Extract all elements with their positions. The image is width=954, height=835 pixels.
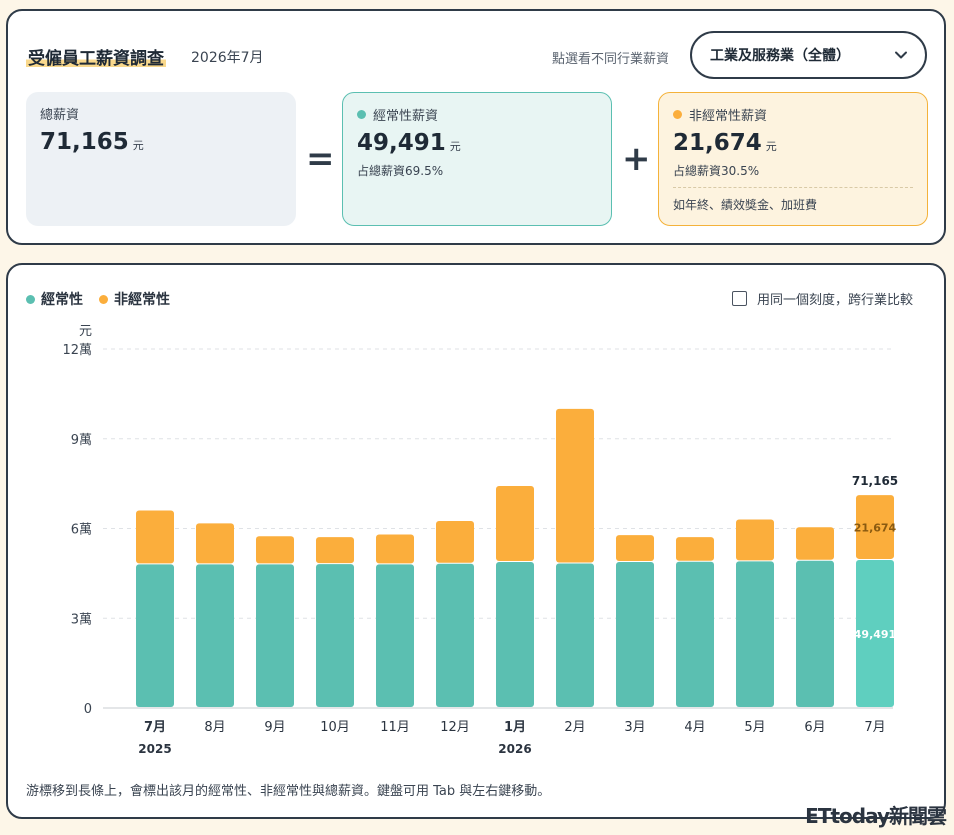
nonregular-wage-unit: 元 [765,140,777,153]
chart-bars [136,408,894,707]
y-tick-label: 12萬 [62,343,92,358]
data-label-nonregular: 21,674 [854,522,897,535]
plus-sign: + [622,139,651,179]
regular-wage-label: 經常性薪資 [373,109,439,124]
x-tick-label: 3月 [624,720,645,735]
checkbox-box[interactable] [732,291,747,306]
x-year-label: 2025 [138,742,171,756]
x-year-label: 2026 [498,742,531,756]
bar-nonregular [196,523,234,564]
chart-legend: 經常性 非經常性 [26,289,170,309]
regular-wage-card: 經常性薪資 49,491 元 占總薪資69.5% [342,92,612,226]
nonregular-wage-card: 非經常性薪資 21,674 元 占總薪資30.5% 如年終、績效獎金、加班費 [658,92,928,226]
total-wage-unit: 元 [132,139,144,152]
legend-nonregular-dot-icon [99,294,108,304]
bar-regular [256,564,294,707]
y-tick-label: 0 [84,702,92,717]
page-subtitle: 2026年7月 [191,50,264,66]
card-divider [673,187,913,188]
bar-regular [136,564,174,707]
bar-regular [676,561,714,707]
legend-regular-dot-icon [26,294,35,304]
x-tick-label: 7月 [144,720,166,735]
wage-bar-chart: 元 0 3萬 6萬 9萬 12萬 7月 8月 9月 10月 11月 12月 1月 2月 3月 4月 5月 6月 7月… [62,324,898,756]
total-wage-card: 總薪資 71,165 元 [26,92,296,226]
industry-select-value: 工業及服務業（全體） [710,48,850,64]
legend-regular-label: 經常性 [41,292,83,308]
regular-dot-icon [357,110,366,119]
total-wage-label: 總薪資 [40,108,80,123]
chart-panel: 元 0 3萬 6萬 9萬 12萬 7月 8月 9月 10月 11月 12月 1月 2月 3月 4月 5月 6月 7月… [6,263,946,819]
bar-nonregular [556,408,594,563]
nonregular-wage-share: 占總薪資30.5% [673,164,760,178]
bar-nonregular [316,537,354,564]
regular-wage-value: 49,491 [357,130,446,156]
x-tick-label: 2月 [564,720,585,735]
bar-nonregular [736,519,774,561]
nonregular-wage-label: 非經常性薪資 [689,109,768,124]
bar-nonregular [136,510,174,564]
regular-wage-share: 占總薪資69.5% [357,164,444,178]
total-wage-value: 71,165 [40,129,129,155]
x-tick-label: 4月 [684,720,705,735]
page-title: 受僱員工薪資調查 [26,44,166,69]
summary-panel: 受僱員工薪資調查 2026年7月 點選看不同行業薪資 工業及服務業（全體） 總薪… [6,9,946,245]
bar-nonregular [256,536,294,564]
bar-regular [796,560,834,707]
nonregular-wage-value: 21,674 [673,130,762,156]
industry-hint: 點選看不同行業薪資 [552,52,670,67]
bar-nonregular [796,527,834,560]
data-label-regular: 49,491 [854,628,896,641]
bar-regular [376,564,414,707]
bar-regular [196,564,234,707]
y-axis-unit: 元 [79,324,92,339]
legend-item-nonregular: 非經常性 [99,289,170,309]
same-scale-checkbox[interactable]: 用同一個刻度，跨行業比較 [732,289,913,308]
x-tick-label: 5月 [744,720,765,735]
x-tick-label: 9月 [264,720,285,735]
equals-sign: = [306,139,335,179]
x-tick-label: 12月 [440,720,470,735]
watermark-logo: ETtoday新聞雲 [805,804,947,828]
bar-regular [436,563,474,707]
bar-regular [316,564,354,707]
bar-regular [496,562,534,707]
x-tick-label: 8月 [204,720,225,735]
x-tick-label: 1月 [504,720,526,735]
nonregular-wage-note: 如年終、績效獎金、加班費 [673,198,818,212]
bar-nonregular [616,535,654,562]
x-tick-label: 6月 [804,720,825,735]
same-scale-label: 用同一個刻度，跨行業比較 [757,293,914,308]
bar-nonregular [496,486,534,562]
y-tick-label: 6萬 [71,523,92,538]
x-tick-label: 10月 [320,720,350,735]
x-tick-label: 11月 [380,720,410,735]
bar-regular [736,561,774,707]
legend-nonregular-label: 非經常性 [114,292,170,308]
nonregular-dot-icon [673,110,682,119]
bar-nonregular [436,521,474,563]
industry-select[interactable]: 工業及服務業（全體） [690,31,927,79]
bar-nonregular [676,537,714,561]
chevron-down-icon [895,51,907,59]
bar-regular [616,562,654,707]
y-tick-label: 3萬 [71,612,92,627]
legend-item-regular: 經常性 [26,289,83,309]
bar-regular [556,563,594,707]
regular-wage-unit: 元 [449,140,461,153]
y-tick-label: 9萬 [71,433,92,448]
chart-footnote: 游標移到長條上，會標出該月的經常性、非經常性與總薪資。鍵盤可用 Tab 與左右鍵… [26,784,551,799]
bar-nonregular [376,534,414,564]
data-label-total: 71,165 [852,474,898,488]
x-tick-label: 7月 [864,720,885,735]
